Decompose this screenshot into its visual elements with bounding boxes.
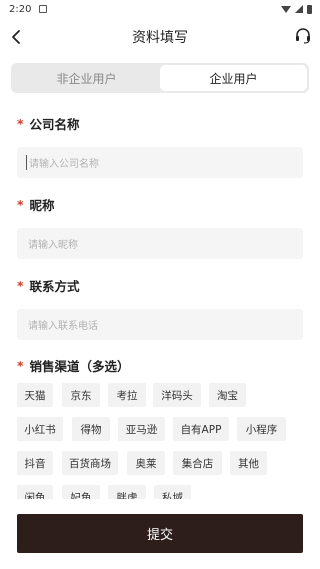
nickname-placeholder: 请输入昵称	[28, 240, 78, 251]
channel-tag[interactable]: 考拉	[108, 383, 146, 407]
company-placeholder: 请输入公司名称	[29, 159, 99, 170]
channel-tag[interactable]: 闲鱼	[17, 485, 53, 499]
channel-tag[interactable]: 其他	[230, 451, 267, 475]
contact-label: 联系方式	[29, 279, 80, 294]
tab-non-enterprise[interactable]: 非企业用户	[13, 65, 160, 91]
battery-icon	[307, 4, 312, 14]
channel-tag[interactable]: 京东	[62, 383, 100, 407]
contact-field: * 联系方式 请输入联系电话	[17, 276, 303, 340]
channel-tag[interactable]: 自有APP	[173, 417, 229, 441]
status-time: 2:20	[9, 3, 32, 15]
tab-enterprise[interactable]: 企业用户	[160, 65, 307, 91]
notification-icon	[39, 5, 48, 13]
channels-label: 销售渠道（多选）	[29, 359, 130, 374]
nickname-field: * 昵称 请输入昵称	[17, 195, 303, 259]
channel-tag[interactable]: 百货商场	[62, 451, 118, 475]
nav-bar: 资料填写	[0, 18, 320, 56]
company-label: 公司名称	[29, 117, 80, 132]
page-title: 资料填写	[132, 30, 188, 46]
channel-tag[interactable]: 淘宝	[209, 383, 246, 407]
required-mark: *	[17, 116, 24, 131]
channel-tag[interactable]: 亚马逊	[118, 417, 165, 441]
channels-field: * 销售渠道（多选）	[17, 356, 303, 375]
channel-tag[interactable]: 小红书	[17, 417, 63, 441]
channel-tags: 天猫 京东 考拉 洋码头 淘宝 小红书 得物 亚马逊 自有APP 小程序 抖音 …	[17, 383, 310, 499]
nickname-label: 昵称	[29, 198, 55, 213]
channel-tag[interactable]: 得物	[72, 417, 110, 441]
channel-tag[interactable]: 小程序	[237, 417, 286, 441]
company-input[interactable]: 请输入公司名称	[17, 147, 303, 178]
company-field: * 公司名称 请输入公司名称	[17, 114, 303, 178]
channel-tag[interactable]: 集合店	[173, 451, 222, 475]
text-cursor	[26, 155, 27, 170]
user-type-switch: 非企业用户 企业用户	[11, 63, 309, 93]
contact-placeholder: 请输入联系电话	[28, 321, 98, 332]
channel-tag[interactable]: 奥莱	[127, 451, 165, 475]
signal-icon	[295, 5, 303, 13]
status-bar: 2:20	[0, 0, 320, 18]
required-mark: *	[17, 278, 24, 293]
channel-tag[interactable]: 天猫	[17, 383, 53, 407]
contact-input[interactable]: 请输入联系电话	[17, 309, 303, 340]
channel-tag[interactable]: 私域	[154, 485, 191, 499]
headset-icon[interactable]	[294, 27, 312, 45]
wifi-icon	[281, 5, 291, 13]
channel-tag[interactable]: 抖音	[17, 451, 53, 475]
required-mark: *	[17, 197, 24, 212]
submit-button[interactable]: 提交	[17, 514, 303, 553]
required-mark: *	[17, 358, 24, 373]
channel-tag[interactable]: 胖虎	[108, 485, 146, 499]
nickname-input[interactable]: 请输入昵称	[17, 228, 303, 259]
chevron-left-icon[interactable]	[8, 28, 24, 46]
channel-tag[interactable]: 洋码头	[153, 383, 201, 407]
channel-tag[interactable]: 妃鱼	[62, 485, 100, 499]
